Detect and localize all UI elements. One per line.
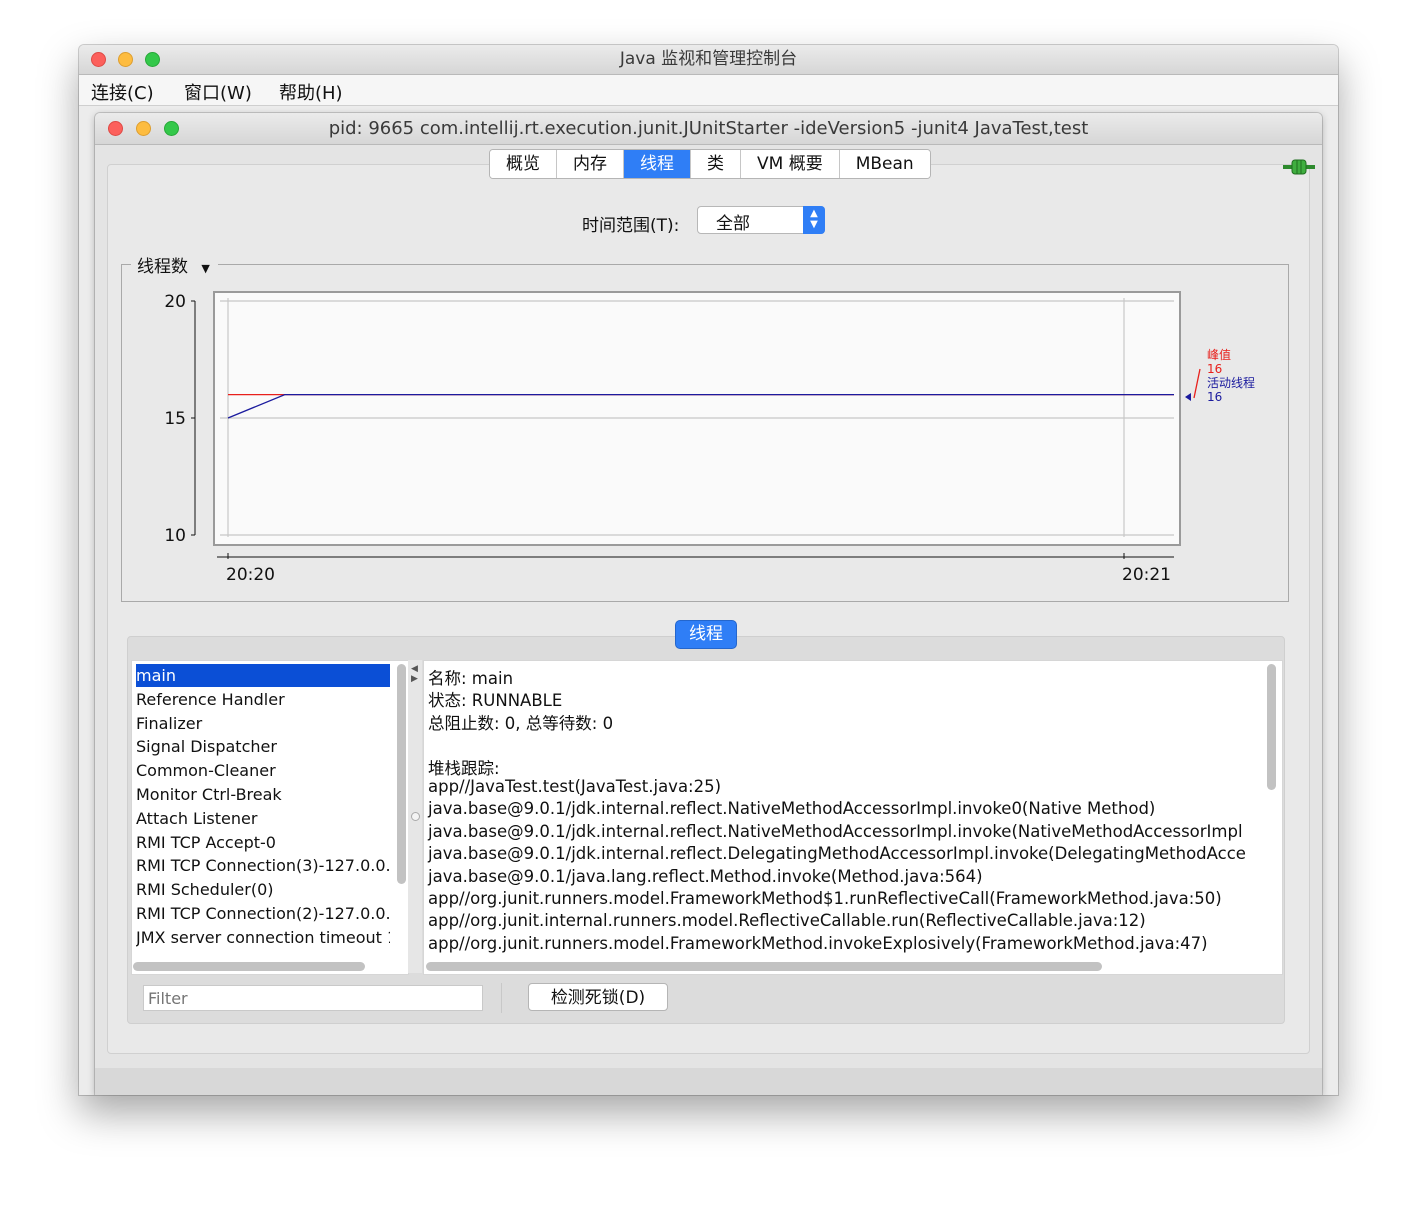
tab-classes[interactable]: 类 [691, 150, 741, 178]
chevron-updown-icon: ▲ ▼ [803, 206, 825, 234]
thread-detail-line: 堆栈跟踪: [428, 758, 500, 778]
thread-detail-line: app//org.junit.runners.model.FrameworkMe… [428, 889, 1222, 908]
thread-details[interactable]: 名称: main 状态: RUNNABLE 总阻止数: 0, 总等待数: 0 堆栈跟踪… [423, 660, 1283, 975]
thread-list-item[interactable]: RMI TCP Accept-0 [136, 831, 390, 854]
thread-list-item[interactable]: Monitor Ctrl-Break [136, 783, 390, 806]
tab-overview[interactable]: 概览 [490, 150, 557, 178]
time-range-label: 时间范围(T): [582, 216, 680, 236]
tab-memory[interactable]: 内存 [557, 150, 624, 178]
chart-legend-value: 16 [1207, 362, 1222, 376]
thread-list-item[interactable]: RMI TCP Connection(3)-127.0.0.1 [136, 854, 390, 877]
thread-list-item[interactable]: Common-Cleaner [136, 759, 390, 782]
thread-list-item[interactable]: JMX server connection timeout 1 [136, 926, 390, 949]
chart-metric-selector[interactable]: 线程数 ▼ [131, 252, 218, 277]
menu-help[interactable]: 帮助(H) [279, 79, 343, 105]
inner-window: pid: 9665 com.intellij.rt.execution.juni… [95, 113, 1322, 1095]
tab-bar: 概览 内存 线程 类 VM 概要 MBean [489, 149, 931, 179]
split-handle-icon [411, 812, 420, 821]
menu-bar: 连接(C) 窗口(W) 帮助(H) [79, 75, 1338, 106]
caret-down-icon: ▼ [201, 262, 210, 275]
toolbar-separator [501, 983, 502, 1013]
split-pane-divider[interactable]: ◀ ▶ [408, 660, 422, 973]
thread-details-hscrollbar[interactable] [426, 962, 1102, 971]
chart-legend-value: 16 [1207, 390, 1222, 404]
thread-detail-line: java.base@9.0.1/jdk.internal.reflect.Nat… [428, 821, 1243, 841]
window-bottom-strip [95, 1068, 1322, 1095]
zoom-icon[interactable] [164, 121, 179, 136]
thread-detail-line: app//org.junit.internal.runners.model.Re… [428, 911, 1146, 931]
chart-y-tick-label: 10 [164, 526, 186, 546]
time-range-select[interactable]: 全部 ▲ ▼ [697, 206, 825, 234]
chart-metric-label: 线程数 [137, 257, 188, 277]
thread-list-item[interactable]: Finalizer [136, 712, 390, 735]
zoom-icon[interactable] [145, 52, 160, 67]
thread-detail-line: app//org.junit.runners.model.FrameworkMe… [428, 933, 1208, 953]
chart-legend-name: 峰值 [1207, 347, 1231, 362]
menu-connection[interactable]: 连接(C) [91, 79, 154, 105]
plug-icon [1283, 159, 1315, 175]
outer-window: Java 监视和管理控制台 连接(C) 窗口(W) 帮助(H) pid: 966… [79, 45, 1338, 1095]
chart-x-tick-label: 20:20 [226, 565, 275, 585]
thread-list-item[interactable]: Signal Dispatcher [136, 735, 390, 758]
threads-panel-title: 线程 [675, 620, 737, 649]
thread-filter-input[interactable] [143, 985, 483, 1011]
chart-legend-peak-marker [1193, 368, 1201, 399]
thread-list-item[interactable]: main [136, 664, 390, 687]
outer-title-bar: Java 监视和管理控制台 [79, 45, 1338, 75]
thread-list-item[interactable]: Reference Handler [136, 688, 390, 711]
thread-detail-line: 状态: RUNNABLE [428, 691, 563, 711]
close-icon[interactable] [91, 52, 106, 67]
time-range-value: 全部 [716, 214, 750, 234]
detect-deadlock-button[interactable]: 检测死锁(D) [528, 983, 668, 1011]
thread-detail-line: app//JavaTest.test(JavaTest.java:25) [428, 777, 722, 796]
thread-detail-line: java.base@9.0.1/jdk.internal.reflect.Del… [428, 844, 1246, 864]
minimize-icon[interactable] [136, 121, 151, 136]
thread-detail-line: 名称: main [428, 669, 514, 688]
thread-list-hscrollbar[interactable] [133, 962, 365, 971]
thread-details-vscrollbar[interactable] [1267, 664, 1276, 790]
chart-y-tick-label: 15 [164, 409, 186, 429]
outer-window-title: Java 监视和管理控制台 [619, 49, 798, 69]
tab-threads[interactable]: 线程 [624, 150, 691, 178]
split-arrows-icon[interactable]: ◀ ▶ [411, 664, 418, 684]
tab-vm-summary[interactable]: VM 概要 [741, 150, 840, 178]
thread-detail-line: java.base@9.0.1/jdk.internal.reflect.Nat… [428, 799, 1156, 819]
thread-count-chart: 10152020:20 20:21峰值16活动线程16 [164, 291, 1255, 585]
chart-legend-name: 活动线程 [1207, 375, 1255, 390]
thread-list[interactable]: main Reference Handler Finalizer Signal Dis… [131, 660, 409, 975]
close-icon[interactable] [108, 121, 123, 136]
inner-window-title: pid: 9665 com.intellij.rt.execution.juni… [328, 118, 1089, 139]
thread-list-item[interactable]: RMI Scheduler(0) [136, 878, 390, 901]
chart-legend-active-marker [1185, 393, 1191, 401]
chart-y-tick-label: 20 [164, 292, 186, 312]
thread-list-vscrollbar[interactable] [397, 664, 406, 884]
tab-mbean[interactable]: MBean [839, 150, 930, 178]
thread-count-chart-group: 10 15 20 20:20 20:21 峰值 16 活动线程 16 [121, 264, 1289, 602]
minimize-icon[interactable] [118, 52, 133, 67]
thread-detail-line: 总阻止数: 0, 总等待数: 0 [428, 713, 614, 733]
thread-list-item[interactable]: RMI TCP Connection(2)-127.0.0.1 [136, 902, 390, 925]
thread-list-item[interactable]: Attach Listener [136, 807, 390, 830]
menu-window[interactable]: 窗口(W) [184, 79, 252, 105]
thread-detail-line: java.base@9.0.1/java.lang.reflect.Method… [428, 866, 983, 886]
inner-title-bar: pid: 9665 com.intellij.rt.execution.juni… [95, 113, 1322, 145]
chart-x-tick-label: 20:21 [1122, 565, 1171, 585]
